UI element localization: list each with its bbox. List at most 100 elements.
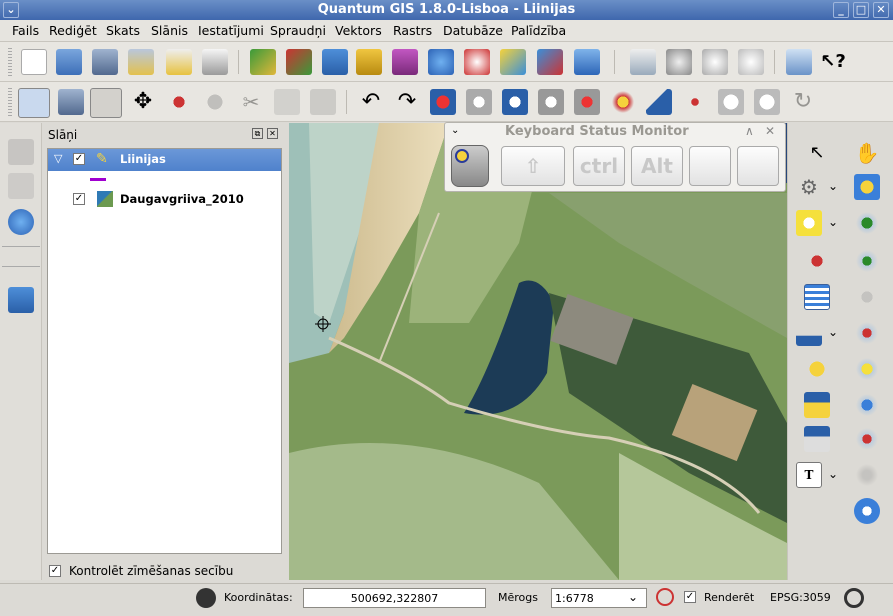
text-annotation-icon[interactable]: T bbox=[796, 462, 822, 488]
gear-icon[interactable]: ⚙ bbox=[796, 174, 822, 200]
maximize-icon[interactable]: □ bbox=[853, 2, 869, 18]
close-icon[interactable]: ✕ bbox=[765, 124, 775, 138]
chevron-down-icon[interactable]: ⌄ bbox=[828, 179, 838, 193]
collapse-arrow-icon[interactable]: ▽ bbox=[54, 152, 62, 165]
menu-palidziba[interactable]: Palīdzība bbox=[511, 23, 566, 38]
globe-icon[interactable] bbox=[8, 209, 34, 235]
attribute-table-icon[interactable] bbox=[804, 284, 830, 310]
menu-rediget[interactable]: Rediģēt bbox=[49, 23, 97, 38]
merge-attributes-icon[interactable] bbox=[754, 89, 780, 115]
layer-name[interactable]: Daugavgriiva_2010 bbox=[120, 192, 244, 206]
label-pin-icon[interactable] bbox=[666, 49, 692, 75]
close-icon[interactable]: ✕ bbox=[873, 2, 889, 18]
menu-rastrs[interactable]: Rastrs bbox=[393, 23, 432, 38]
toolbar-grip[interactable] bbox=[8, 88, 12, 116]
delete-part-icon[interactable] bbox=[574, 89, 600, 115]
open-project-icon[interactable] bbox=[56, 49, 82, 75]
coordinates-field[interactable] bbox=[303, 588, 486, 608]
show-bookmarks-icon[interactable] bbox=[804, 426, 830, 452]
add-mssql-layer-icon[interactable] bbox=[392, 49, 418, 75]
move-feature-icon[interactable]: ✥ bbox=[130, 89, 156, 115]
deselect-icon[interactable] bbox=[804, 248, 830, 274]
reshape-features-icon[interactable] bbox=[610, 89, 636, 115]
zoom-full-icon[interactable] bbox=[854, 320, 880, 346]
node-tool-icon[interactable] bbox=[166, 89, 192, 115]
split-features-icon[interactable] bbox=[682, 89, 708, 115]
add-wfs-layer-icon[interactable] bbox=[500, 49, 526, 75]
zoom-native-icon[interactable] bbox=[854, 284, 880, 310]
menu-slanis[interactable]: Slānis bbox=[151, 23, 188, 38]
help-book-icon[interactable] bbox=[786, 49, 812, 75]
print-composer-icon[interactable] bbox=[166, 49, 192, 75]
save-project-icon[interactable] bbox=[92, 49, 118, 75]
menu-vektors[interactable]: Vektors bbox=[335, 23, 382, 38]
merge-features-icon[interactable] bbox=[718, 89, 744, 115]
window-menu-icon[interactable]: ⌄ bbox=[3, 2, 19, 18]
menu-iestatijumi[interactable]: Iestatījumi bbox=[198, 23, 264, 38]
chevron-down-icon[interactable]: ⌄ bbox=[828, 467, 838, 481]
add-ring-icon[interactable] bbox=[466, 89, 492, 115]
render-checkbox[interactable]: ✓ bbox=[684, 591, 696, 603]
copy-features-icon[interactable] bbox=[274, 89, 300, 115]
gps-icon[interactable] bbox=[8, 139, 34, 165]
simplify-feature-icon[interactable] bbox=[430, 89, 456, 115]
save-as-icon[interactable] bbox=[128, 49, 154, 75]
chevron-down-icon[interactable]: ⌄ bbox=[451, 125, 459, 136]
cut-features-icon[interactable]: ✂ bbox=[238, 89, 264, 115]
add-vector-layer-icon[interactable] bbox=[250, 49, 276, 75]
add-wms-layer-icon[interactable] bbox=[428, 49, 454, 75]
pan-to-selected-icon[interactable] bbox=[854, 174, 880, 200]
menu-fails[interactable]: Fails bbox=[12, 23, 39, 38]
zoom-last-icon[interactable] bbox=[854, 426, 880, 452]
mouse-coords-toggle-icon[interactable] bbox=[196, 588, 216, 608]
toggle-editing-icon[interactable] bbox=[18, 88, 50, 118]
print-icon[interactable] bbox=[202, 49, 228, 75]
new-project-icon[interactable] bbox=[21, 49, 47, 75]
shade-icon[interactable]: ∧ bbox=[745, 124, 754, 138]
label-rotate-icon[interactable] bbox=[702, 49, 728, 75]
chevron-down-icon[interactable]: ⌄ bbox=[828, 215, 838, 229]
close-panel-icon[interactable]: ✕ bbox=[267, 128, 278, 139]
refresh-icon[interactable] bbox=[854, 498, 880, 524]
add-part-icon[interactable] bbox=[502, 89, 528, 115]
label-move-icon[interactable] bbox=[738, 49, 764, 75]
minimize-icon[interactable]: _ bbox=[833, 2, 849, 18]
map-tips-icon[interactable] bbox=[804, 356, 830, 382]
label-icon[interactable] bbox=[630, 49, 656, 75]
add-raster-layer-icon[interactable] bbox=[286, 49, 312, 75]
select-features-icon[interactable] bbox=[796, 210, 822, 236]
add-spatialite-layer-icon[interactable] bbox=[356, 49, 382, 75]
zoom-out-icon[interactable] bbox=[854, 248, 880, 274]
whats-this-icon[interactable]: ↖? bbox=[820, 49, 846, 75]
render-order-checkbox[interactable]: ✓ bbox=[49, 565, 61, 577]
zoom-in-icon[interactable] bbox=[854, 210, 880, 236]
paste-features-icon[interactable] bbox=[310, 89, 336, 115]
save-edits-icon[interactable] bbox=[58, 89, 84, 115]
toolbar-grip[interactable] bbox=[8, 48, 12, 76]
redo-icon[interactable]: ↷ bbox=[394, 89, 420, 115]
stop-render-icon[interactable] bbox=[656, 588, 674, 606]
new-shapefile-icon[interactable] bbox=[574, 49, 600, 75]
add-feature-icon[interactable] bbox=[90, 88, 122, 118]
database-icon[interactable] bbox=[8, 287, 34, 313]
histogram-icon[interactable] bbox=[8, 173, 34, 199]
zoom-next-icon[interactable] bbox=[854, 462, 880, 488]
menu-skats[interactable]: Skats bbox=[106, 23, 140, 38]
delete-ring-icon[interactable] bbox=[538, 89, 564, 115]
projection-icon[interactable] bbox=[844, 588, 864, 608]
layer-visibility-checkbox[interactable]: ✓ bbox=[73, 153, 85, 165]
measure-line-icon[interactable] bbox=[796, 320, 822, 346]
add-wcs-layer-icon[interactable] bbox=[464, 49, 490, 75]
layer-visibility-checkbox[interactable]: ✓ bbox=[73, 193, 85, 205]
zoom-to-selection-icon[interactable] bbox=[854, 356, 880, 382]
remove-layer-icon[interactable] bbox=[537, 49, 563, 75]
delete-selected-icon[interactable] bbox=[202, 89, 228, 115]
rotate-symbols-icon[interactable]: ↻ bbox=[790, 89, 816, 115]
identify-icon[interactable]: ↖ bbox=[804, 140, 830, 166]
pan-hand-icon[interactable]: ✋ bbox=[854, 140, 880, 166]
undo-icon[interactable]: ↶ bbox=[358, 89, 384, 115]
menu-datubaze[interactable]: Datubāze bbox=[443, 23, 503, 38]
layer-row-liinijas[interactable]: ▽ ✓ ✎ Liinijas bbox=[48, 149, 281, 171]
offset-curve-icon[interactable] bbox=[646, 89, 672, 115]
add-postgis-layer-icon[interactable] bbox=[322, 49, 348, 75]
